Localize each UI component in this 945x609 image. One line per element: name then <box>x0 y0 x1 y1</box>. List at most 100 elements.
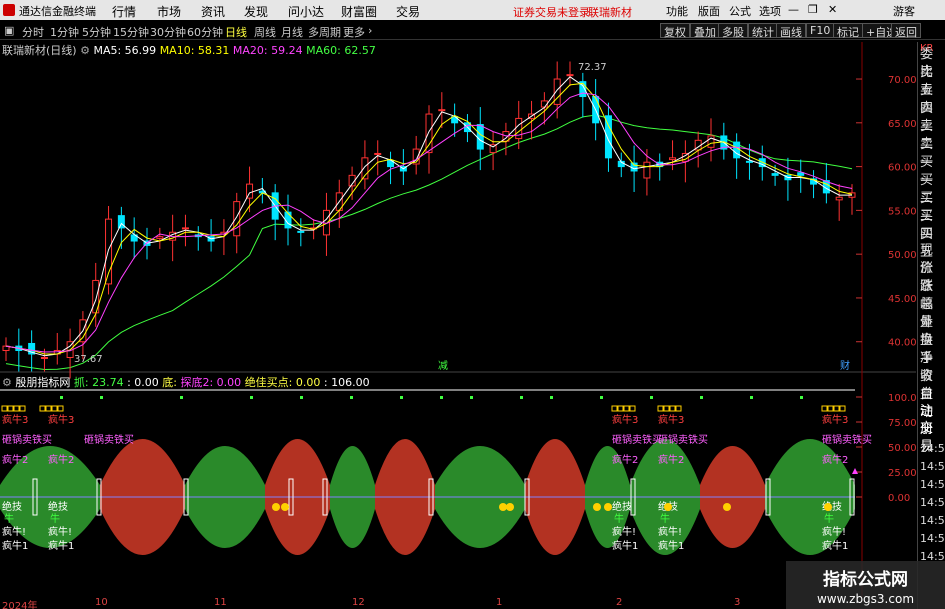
signal-bull2: 疯牛2 <box>612 453 638 466</box>
readout-blank1: : 0.00 <box>127 376 159 389</box>
signal-block <box>45 405 52 412</box>
readout-tandi2: 探底2: 0.00 <box>180 376 242 389</box>
sub-settings-icon[interactable]: ⚙ <box>2 376 12 389</box>
signal-up-triangle <box>852 468 858 474</box>
kline-chart[interactable]: 70.00 65.00 60.00 55.00 50.00 45.00 40.00 10 0.… <box>0 0 945 609</box>
signal-bull3: 疯牛3 <box>2 413 28 426</box>
signal-dot <box>750 396 753 399</box>
candle-body <box>181 227 189 230</box>
candle-body <box>40 356 48 359</box>
signal-bull2: 疯牛2 <box>822 453 848 466</box>
watermark: 指标公式网 www.zbgs3.com <box>786 561 945 609</box>
signal-bull1x: 疯牛! <box>822 525 846 538</box>
signal-bull3: 疯牛3 <box>822 413 848 426</box>
panel-time-1: 14:5 <box>920 442 945 455</box>
quote-panel: KR 委比 卖五 卖四 卖三 卖二 卖一 买一 买二 买三 买四 买五 现价 涨… <box>917 42 945 609</box>
signal-dot <box>440 396 443 399</box>
signal-bull3: 疯牛3 <box>612 413 638 426</box>
signal-dot <box>250 396 253 399</box>
signal-dot <box>600 396 603 399</box>
price-tick-label: 55.00 <box>888 206 917 217</box>
signal-dot <box>60 396 63 399</box>
signal-bull1: 疯牛1 <box>48 539 74 552</box>
signal-dot <box>100 396 103 399</box>
date-label-jan: 1 <box>496 597 503 608</box>
readout-blank2: : 106.00 <box>323 376 370 389</box>
date-label-nov: 11 <box>214 597 227 608</box>
panel-time-5: 14:5 <box>920 514 945 527</box>
signal-dot <box>300 396 303 399</box>
signal-coin <box>272 503 280 511</box>
signal-dot <box>520 396 523 399</box>
signal-block <box>663 405 670 412</box>
signal-block <box>657 405 664 412</box>
signal-dot <box>550 396 553 399</box>
signal-coin <box>499 503 507 511</box>
date-axis: 2024年 10 11 12 1 2 3 <box>0 597 790 609</box>
signal-bull1: 疯牛1 <box>2 539 28 552</box>
candle-body <box>233 201 241 237</box>
readout-best-buy: 绝佳买点: 0.00 <box>244 376 321 389</box>
signal-bull1: 疯牛1 <box>658 539 684 552</box>
signal-dot <box>470 396 473 399</box>
signal-dot <box>400 396 403 399</box>
signal-block <box>51 405 58 412</box>
signal-bull1x: 疯牛! <box>612 525 636 538</box>
signal-block <box>13 405 20 412</box>
candle-body <box>374 152 382 155</box>
signal-bull2: 疯牛2 <box>48 453 74 466</box>
signal-niu: 牛 <box>4 512 14 525</box>
signal-pot: 砸锅卖铁买 <box>612 433 662 446</box>
readout-di: 底: <box>162 376 181 389</box>
signal-block <box>669 405 676 412</box>
candle-body <box>835 196 843 201</box>
candle-body <box>566 74 574 77</box>
candle-body <box>733 141 741 159</box>
signal-coin <box>281 503 289 511</box>
signal-block <box>821 405 828 412</box>
signal-bull2: 疯牛2 <box>658 453 684 466</box>
settings-icon[interactable]: ⚙ <box>80 44 90 57</box>
high-price-label: 72.37 <box>578 62 607 73</box>
panel-time-6: 14:5 <box>920 532 945 545</box>
signal-block <box>827 405 834 412</box>
signal-dot <box>180 396 183 399</box>
candle-body <box>669 157 677 161</box>
signal-block <box>1 405 8 412</box>
signal-block <box>57 405 64 412</box>
signal-coin <box>723 503 731 511</box>
ma60-label: MA60: 62.57 <box>306 44 376 57</box>
signal-block <box>675 405 682 412</box>
candle-body <box>297 230 305 233</box>
signal-block <box>19 405 26 412</box>
signal-block <box>617 405 624 412</box>
price-tick-label: 60.00 <box>888 163 917 174</box>
signal-dot <box>700 396 703 399</box>
panel-time-3: 14:5 <box>920 478 945 491</box>
candle-body <box>745 160 753 163</box>
signal-pot: 砸锅卖铁买 <box>822 433 872 446</box>
ma10-label: MA10: 58.31 <box>159 44 230 57</box>
candle-body <box>156 236 164 239</box>
signal-niu: 牛 <box>614 512 624 525</box>
signal-pot: 砸锅卖铁买 <box>84 433 134 446</box>
signal-pot: 砸锅卖铁买 <box>2 433 52 446</box>
signal-block <box>611 405 618 412</box>
signal-bull1x: 疯牛! <box>658 525 682 538</box>
price-tick-label: 45.00 <box>888 294 917 305</box>
date-label-dec: 12 <box>352 597 365 608</box>
signal-block <box>39 405 46 412</box>
price-tick-label: 70.00 <box>888 75 917 86</box>
signal-bull1: 疯牛1 <box>612 539 638 552</box>
signal-bull1x: 疯牛! <box>2 525 26 538</box>
signal-dot <box>650 396 653 399</box>
signal-bull2: 疯牛2 <box>2 453 28 466</box>
ma20-label: MA20: 59.24 <box>232 44 303 57</box>
signal-niu: 牛 <box>50 512 60 525</box>
sub-tick-label: 50.00 <box>888 443 917 454</box>
signal-jueji: 绝技 <box>48 500 68 513</box>
signal-coin <box>824 503 832 511</box>
price-tick-label: 50.00 <box>888 250 917 261</box>
signal-bull3: 疯牛3 <box>48 413 74 426</box>
signal-niu: 牛 <box>824 512 834 525</box>
